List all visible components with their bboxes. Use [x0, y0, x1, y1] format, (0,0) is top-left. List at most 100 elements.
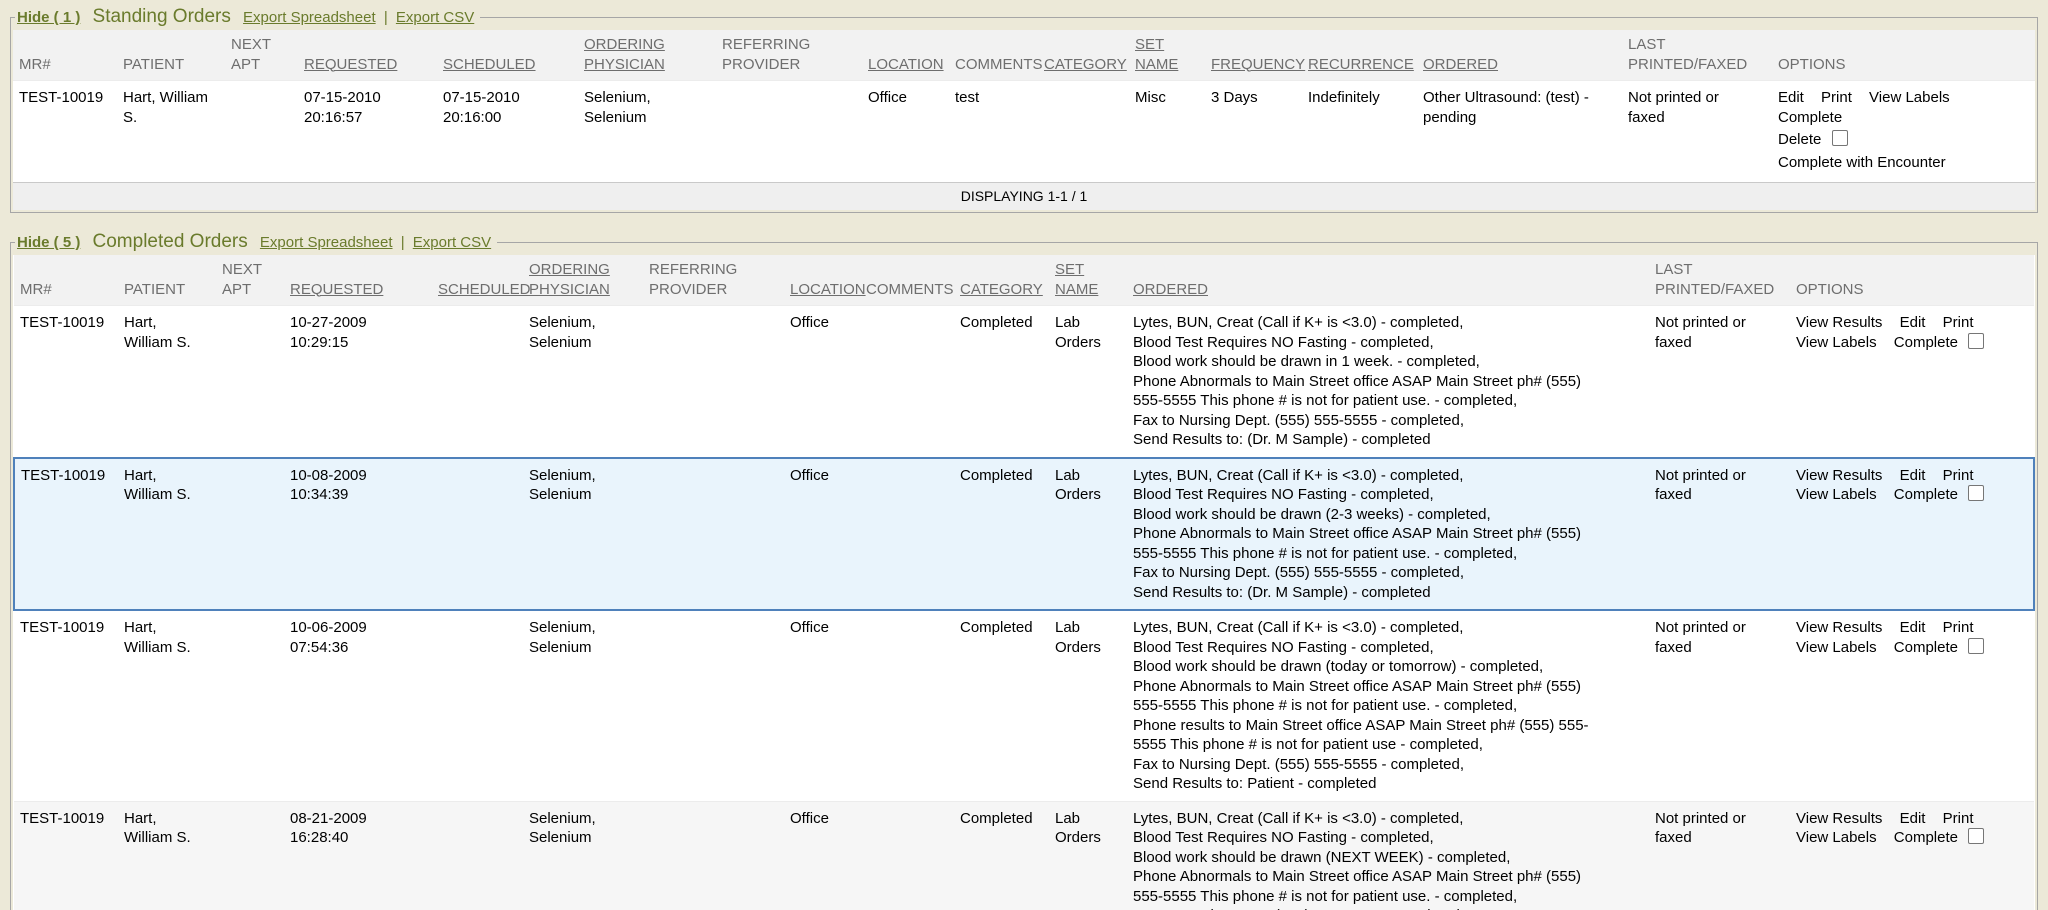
ordered-cell: Lytes, BUN, Creat (Call if K+ is <3.0) -… [1127, 610, 1649, 801]
referring-provider-cell [643, 458, 784, 611]
print-link[interactable]: Print [1943, 618, 1974, 638]
print-link[interactable]: Print [1943, 809, 1974, 829]
location-cell: Office [784, 458, 860, 611]
column-header-location[interactable]: LOCATION [862, 30, 949, 81]
set-name-cell: Lab Orders [1049, 458, 1127, 611]
print-link[interactable]: Print [1821, 88, 1852, 108]
edit-link[interactable]: Edit [1900, 466, 1926, 486]
comments-cell: test [949, 81, 1038, 183]
last-printed-faxed-cell: Not printed or faxed [1649, 801, 1790, 910]
complete-link[interactable]: Complete [1894, 638, 1958, 658]
complete-link[interactable]: Complete [1778, 108, 1842, 128]
referring-provider-cell [643, 610, 784, 801]
column-header-ordered[interactable]: ORDERED [1417, 30, 1622, 81]
standing-orders-title: Standing Orders [93, 6, 231, 27]
last-printed-faxed-cell: Not printed or faxed [1649, 610, 1790, 801]
legend-separator: | [384, 9, 388, 26]
column-header-set-name[interactable]: SET NAME [1129, 30, 1205, 81]
standing-order-row: TEST-10019 Hart, William S. 07-15-2010 2… [13, 81, 2035, 183]
comments-cell [860, 801, 954, 910]
complete-with-encounter-link[interactable]: Complete with Encounter [1778, 153, 1946, 173]
column-header-requested[interactable]: REQUESTED [284, 255, 432, 306]
ordering-physician-cell: Selenium, Selenium [523, 610, 643, 801]
set-name-cell: Lab Orders [1049, 801, 1127, 910]
comments-cell [860, 610, 954, 801]
ordered-cell: Other Ultrasound: (test) - pending [1417, 81, 1622, 183]
complete-checkbox[interactable] [1968, 828, 1984, 844]
column-header-ordering-physician[interactable]: ORDERING PHYSICIAN [523, 255, 643, 306]
patient-cell: Hart, William S. [118, 458, 216, 611]
last-printed-faxed-cell: Not printed or faxed [1622, 81, 1772, 183]
requested-cell: 08-21-2009 16:28:40 [284, 801, 432, 910]
column-header-options: OPTIONS [1790, 255, 2034, 306]
complete-checkbox[interactable] [1968, 638, 1984, 654]
mr-cell: TEST-10019 [13, 81, 117, 183]
completed-export-csv-link[interactable]: Export CSV [413, 234, 491, 251]
print-link[interactable]: Print [1943, 466, 1974, 486]
column-header-options: OPTIONS [1772, 30, 2035, 81]
column-header-location[interactable]: LOCATION [784, 255, 860, 306]
location-cell: Office [784, 306, 860, 458]
scheduled-cell [432, 458, 523, 611]
view-results-link[interactable]: View Results [1796, 618, 1882, 638]
column-header-referring-provider: REFERRING PROVIDER [716, 30, 862, 81]
requested-cell: 10-06-2009 07:54:36 [284, 610, 432, 801]
view-labels-link[interactable]: View Labels [1796, 638, 1877, 658]
view-labels-link[interactable]: View Labels [1796, 485, 1877, 505]
view-labels-link[interactable]: View Labels [1796, 333, 1877, 353]
column-header-category[interactable]: CATEGORY [954, 255, 1049, 306]
complete-link[interactable]: Complete [1894, 333, 1958, 353]
column-header-frequency[interactable]: FREQUENCY [1205, 30, 1302, 81]
complete-checkbox[interactable] [1968, 485, 1984, 501]
referring-provider-cell [716, 81, 862, 183]
view-results-link[interactable]: View Results [1796, 809, 1882, 829]
standing-export-spreadsheet-link[interactable]: Export Spreadsheet [243, 9, 376, 26]
edit-link[interactable]: Edit [1778, 88, 1804, 108]
column-header-recurrence[interactable]: RECURRENCE [1302, 30, 1417, 81]
view-labels-link[interactable]: View Labels [1796, 828, 1877, 848]
completed-orders-title: Completed Orders [93, 231, 248, 252]
complete-link[interactable]: Complete [1894, 485, 1958, 505]
column-header-next-apt: NEXT APT [216, 255, 284, 306]
scheduled-cell: 07-15-2010 20:16:00 [437, 81, 578, 183]
standing-orders-table: MR# PATIENT NEXT APT REQUESTED SCHEDULED… [13, 30, 2035, 210]
edit-link[interactable]: Edit [1900, 618, 1926, 638]
completed-header-row: MR# PATIENT NEXT APT REQUESTED SCHEDULED… [14, 255, 2034, 306]
completed-order-row: TEST-10019 Hart, William S. 10-06-2009 0… [14, 610, 2034, 801]
set-name-cell: Lab Orders [1049, 610, 1127, 801]
completed-orders-section: Hide ( 5 ) Completed Orders Export Sprea… [10, 231, 2038, 910]
print-link[interactable]: Print [1943, 313, 1974, 333]
delete-link[interactable]: Delete [1778, 130, 1821, 150]
edit-link[interactable]: Edit [1900, 809, 1926, 829]
column-header-set-name[interactable]: SET NAME [1049, 255, 1127, 306]
set-name-cell: Misc [1129, 81, 1205, 183]
completed-export-spreadsheet-link[interactable]: Export Spreadsheet [260, 234, 393, 251]
standing-hide-link[interactable]: Hide ( 1 ) [17, 9, 80, 26]
complete-link[interactable]: Complete [1894, 828, 1958, 848]
column-header-patient: PATIENT [118, 255, 216, 306]
column-header-comments: COMMENTS [860, 255, 954, 306]
column-header-ordered[interactable]: ORDERED [1127, 255, 1649, 306]
view-labels-link[interactable]: View Labels [1869, 88, 1950, 108]
column-header-scheduled[interactable]: SCHEDULED [437, 30, 578, 81]
complete-checkbox[interactable] [1968, 333, 1984, 349]
view-results-link[interactable]: View Results [1796, 466, 1882, 486]
patient-cell: Hart, William S. [118, 306, 216, 458]
delete-checkbox[interactable] [1832, 130, 1848, 146]
standing-export-csv-link[interactable]: Export CSV [396, 9, 474, 26]
edit-link[interactable]: Edit [1900, 313, 1926, 333]
view-results-link[interactable]: View Results [1796, 313, 1882, 333]
completed-hide-link[interactable]: Hide ( 5 ) [17, 234, 80, 251]
patient-cell: Hart, William S. [118, 801, 216, 910]
completed-orders-legend: Hide ( 5 ) Completed Orders Export Sprea… [15, 231, 497, 253]
options-cell: View Results Edit Print View Labels Comp… [1790, 801, 2034, 910]
column-header-scheduled[interactable]: SCHEDULED [432, 255, 523, 306]
column-header-ordering-physician[interactable]: ORDERING PHYSICIAN [578, 30, 716, 81]
standing-orders-section: Hide ( 1 ) Standing Orders Export Spread… [10, 6, 2038, 213]
column-header-category[interactable]: CATEGORY [1038, 30, 1129, 81]
ordered-cell: Lytes, BUN, Creat (Call if K+ is <3.0) -… [1127, 458, 1649, 611]
column-header-requested[interactable]: REQUESTED [298, 30, 437, 81]
ordering-physician-cell: Selenium, Selenium [523, 306, 643, 458]
column-header-referring-provider: REFERRING PROVIDER [643, 255, 784, 306]
standing-header-row: MR# PATIENT NEXT APT REQUESTED SCHEDULED… [13, 30, 2035, 81]
